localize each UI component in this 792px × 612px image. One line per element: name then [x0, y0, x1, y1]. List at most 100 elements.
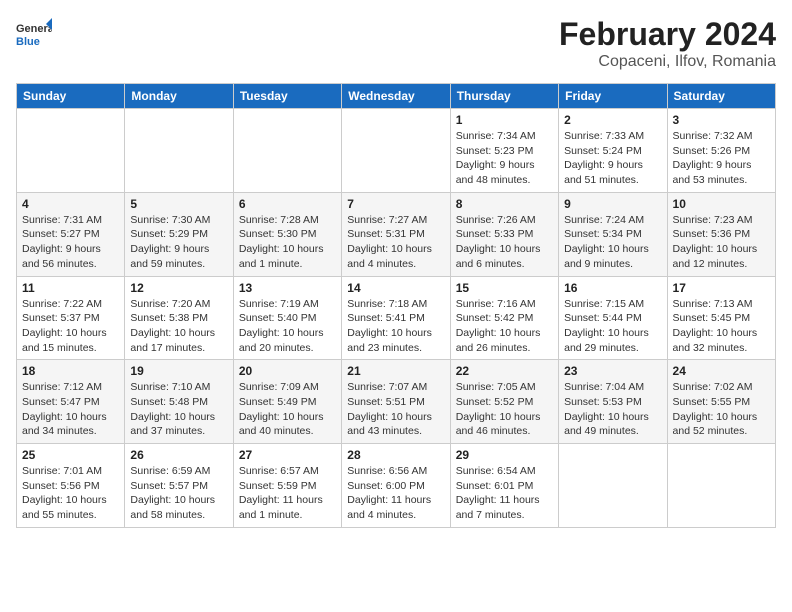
- day-info: Sunrise: 7:31 AM Sunset: 5:27 PM Dayligh…: [22, 213, 119, 272]
- calendar-cell: 2 Sunrise: 7:33 AM Sunset: 5:24 PM Daylig…: [559, 109, 667, 193]
- calendar-cell: 15Sunrise: 7:16 AM Sunset: 5:42 PM Dayli…: [450, 276, 558, 360]
- day-info: Sunrise: 7:10 AM Sunset: 5:48 PM Dayligh…: [130, 380, 227, 439]
- day-info: Sunrise: 7:16 AM Sunset: 5:42 PM Dayligh…: [456, 297, 553, 356]
- day-info: Sunrise: 6:56 AM Sunset: 6:00 PM Dayligh…: [347, 464, 444, 523]
- title-block: February 2024 Copaceni, Ilfov, Romania: [559, 16, 776, 71]
- day-header-friday: Friday: [559, 84, 667, 109]
- calendar-week-2: 4 Sunrise: 7:31 AM Sunset: 5:27 PM Daylig…: [17, 192, 776, 276]
- calendar-week-3: 11 Sunrise: 7:22 AM Sunset: 5:37 PM Dayli…: [17, 276, 776, 360]
- day-header-sunday: Sunday: [17, 84, 125, 109]
- day-info: Sunrise: 7:22 AM Sunset: 5:37 PM Dayligh…: [22, 297, 119, 356]
- logo-icon: General Blue: [16, 16, 52, 52]
- calendar-cell: 8 Sunrise: 7:26 AM Sunset: 5:33 PM Daylig…: [450, 192, 558, 276]
- calendar-cell: 1 Sunrise: 7:34 AM Sunset: 5:23 PM Daylig…: [450, 109, 558, 193]
- calendar-cell: 28 Sunrise: 6:56 AM Sunset: 6:00 PM Dayli…: [342, 444, 450, 528]
- logo: General Blue: [16, 16, 52, 52]
- day-number: 21: [347, 364, 444, 378]
- day-number: 6: [239, 197, 336, 211]
- calendar-cell: 23 Sunrise: 7:04 AM Sunset: 5:53 PM Dayli…: [559, 360, 667, 444]
- day-info: Sunrise: 6:57 AM Sunset: 5:59 PM Dayligh…: [239, 464, 336, 523]
- calendar-header-row: SundayMondayTuesdayWednesdayThursdayFrid…: [17, 84, 776, 109]
- day-number: 17: [673, 281, 770, 295]
- day-number: 27: [239, 448, 336, 462]
- calendar-cell: [667, 444, 775, 528]
- calendar-cell: 20 Sunrise: 7:09 AM Sunset: 5:49 PM Dayli…: [233, 360, 341, 444]
- day-number: 25: [22, 448, 119, 462]
- day-number: 26: [130, 448, 227, 462]
- day-header-saturday: Saturday: [667, 84, 775, 109]
- day-number: 18: [22, 364, 119, 378]
- day-number: 4: [22, 197, 119, 211]
- day-number: 5: [130, 197, 227, 211]
- day-info: Sunrise: 6:54 AM Sunset: 6:01 PM Dayligh…: [456, 464, 553, 523]
- calendar-cell: 6 Sunrise: 7:28 AM Sunset: 5:30 PM Daylig…: [233, 192, 341, 276]
- day-number: 1: [456, 113, 553, 127]
- svg-text:General: General: [16, 23, 52, 35]
- day-info: Sunrise: 7:04 AM Sunset: 5:53 PM Dayligh…: [564, 380, 661, 439]
- day-info: Sunrise: 7:32 AM Sunset: 5:26 PM Dayligh…: [673, 129, 770, 188]
- day-info: Sunrise: 7:24 AM Sunset: 5:34 PM Dayligh…: [564, 213, 661, 272]
- calendar-cell: 9 Sunrise: 7:24 AM Sunset: 5:34 PM Daylig…: [559, 192, 667, 276]
- day-number: 24: [673, 364, 770, 378]
- calendar-cell: 3 Sunrise: 7:32 AM Sunset: 5:26 PM Daylig…: [667, 109, 775, 193]
- day-info: Sunrise: 7:26 AM Sunset: 5:33 PM Dayligh…: [456, 213, 553, 272]
- calendar-cell: 14 Sunrise: 7:18 AM Sunset: 5:41 PM Dayli…: [342, 276, 450, 360]
- day-number: 16: [564, 281, 661, 295]
- day-info: Sunrise: 7:07 AM Sunset: 5:51 PM Dayligh…: [347, 380, 444, 439]
- calendar-cell: [342, 109, 450, 193]
- calendar-week-4: 18 Sunrise: 7:12 AM Sunset: 5:47 PM Dayli…: [17, 360, 776, 444]
- calendar-cell: 18 Sunrise: 7:12 AM Sunset: 5:47 PM Dayli…: [17, 360, 125, 444]
- calendar-week-5: 25 Sunrise: 7:01 AM Sunset: 5:56 PM Dayli…: [17, 444, 776, 528]
- day-number: 19: [130, 364, 227, 378]
- day-info: Sunrise: 7:34 AM Sunset: 5:23 PM Dayligh…: [456, 129, 553, 188]
- calendar-cell: 13Sunrise: 7:19 AM Sunset: 5:40 PM Dayli…: [233, 276, 341, 360]
- day-info: Sunrise: 7:28 AM Sunset: 5:30 PM Dayligh…: [239, 213, 336, 272]
- calendar-cell: 26 Sunrise: 6:59 AM Sunset: 5:57 PM Dayli…: [125, 444, 233, 528]
- day-number: 13: [239, 281, 336, 295]
- calendar-cell: [559, 444, 667, 528]
- calendar-cell: 21 Sunrise: 7:07 AM Sunset: 5:51 PM Dayli…: [342, 360, 450, 444]
- day-info: Sunrise: 7:15 AM Sunset: 5:44 PM Dayligh…: [564, 297, 661, 356]
- day-number: 11: [22, 281, 119, 295]
- calendar-cell: 16 Sunrise: 7:15 AM Sunset: 5:44 PM Dayli…: [559, 276, 667, 360]
- calendar-cell: 11 Sunrise: 7:22 AM Sunset: 5:37 PM Dayli…: [17, 276, 125, 360]
- subtitle: Copaceni, Ilfov, Romania: [559, 53, 776, 71]
- day-info: Sunrise: 7:13 AM Sunset: 5:45 PM Dayligh…: [673, 297, 770, 356]
- day-number: 12: [130, 281, 227, 295]
- day-info: Sunrise: 7:33 AM Sunset: 5:24 PM Dayligh…: [564, 129, 661, 188]
- day-number: 28: [347, 448, 444, 462]
- day-number: 8: [456, 197, 553, 211]
- calendar-week-1: 1 Sunrise: 7:34 AM Sunset: 5:23 PM Daylig…: [17, 109, 776, 193]
- day-number: 23: [564, 364, 661, 378]
- day-info: Sunrise: 6:59 AM Sunset: 5:57 PM Dayligh…: [130, 464, 227, 523]
- main-title: February 2024: [559, 16, 776, 53]
- day-info: Sunrise: 7:20 AM Sunset: 5:38 PM Dayligh…: [130, 297, 227, 356]
- calendar-cell: [17, 109, 125, 193]
- day-info: Sunrise: 7:02 AM Sunset: 5:55 PM Dayligh…: [673, 380, 770, 439]
- calendar-cell: 10Sunrise: 7:23 AM Sunset: 5:36 PM Dayli…: [667, 192, 775, 276]
- day-header-wednesday: Wednesday: [342, 84, 450, 109]
- day-number: 22: [456, 364, 553, 378]
- day-number: 3: [673, 113, 770, 127]
- calendar-cell: [125, 109, 233, 193]
- day-info: Sunrise: 7:12 AM Sunset: 5:47 PM Dayligh…: [22, 380, 119, 439]
- day-number: 9: [564, 197, 661, 211]
- day-info: Sunrise: 7:18 AM Sunset: 5:41 PM Dayligh…: [347, 297, 444, 356]
- calendar-cell: 7Sunrise: 7:27 AM Sunset: 5:31 PM Daylig…: [342, 192, 450, 276]
- calendar-cell: 24 Sunrise: 7:02 AM Sunset: 5:55 PM Dayli…: [667, 360, 775, 444]
- day-number: 20: [239, 364, 336, 378]
- day-info: Sunrise: 7:05 AM Sunset: 5:52 PM Dayligh…: [456, 380, 553, 439]
- day-info: Sunrise: 7:09 AM Sunset: 5:49 PM Dayligh…: [239, 380, 336, 439]
- calendar-cell: [233, 109, 341, 193]
- day-info: Sunrise: 7:01 AM Sunset: 5:56 PM Dayligh…: [22, 464, 119, 523]
- day-number: 2: [564, 113, 661, 127]
- calendar-cell: 25 Sunrise: 7:01 AM Sunset: 5:56 PM Dayli…: [17, 444, 125, 528]
- day-info: Sunrise: 7:30 AM Sunset: 5:29 PM Dayligh…: [130, 213, 227, 272]
- day-number: 10: [673, 197, 770, 211]
- day-number: 14: [347, 281, 444, 295]
- calendar-cell: 5 Sunrise: 7:30 AM Sunset: 5:29 PM Daylig…: [125, 192, 233, 276]
- calendar-cell: 19 Sunrise: 7:10 AM Sunset: 5:48 PM Dayli…: [125, 360, 233, 444]
- calendar-cell: 17 Sunrise: 7:13 AM Sunset: 5:45 PM Dayli…: [667, 276, 775, 360]
- calendar-cell: 4 Sunrise: 7:31 AM Sunset: 5:27 PM Daylig…: [17, 192, 125, 276]
- day-number: 29: [456, 448, 553, 462]
